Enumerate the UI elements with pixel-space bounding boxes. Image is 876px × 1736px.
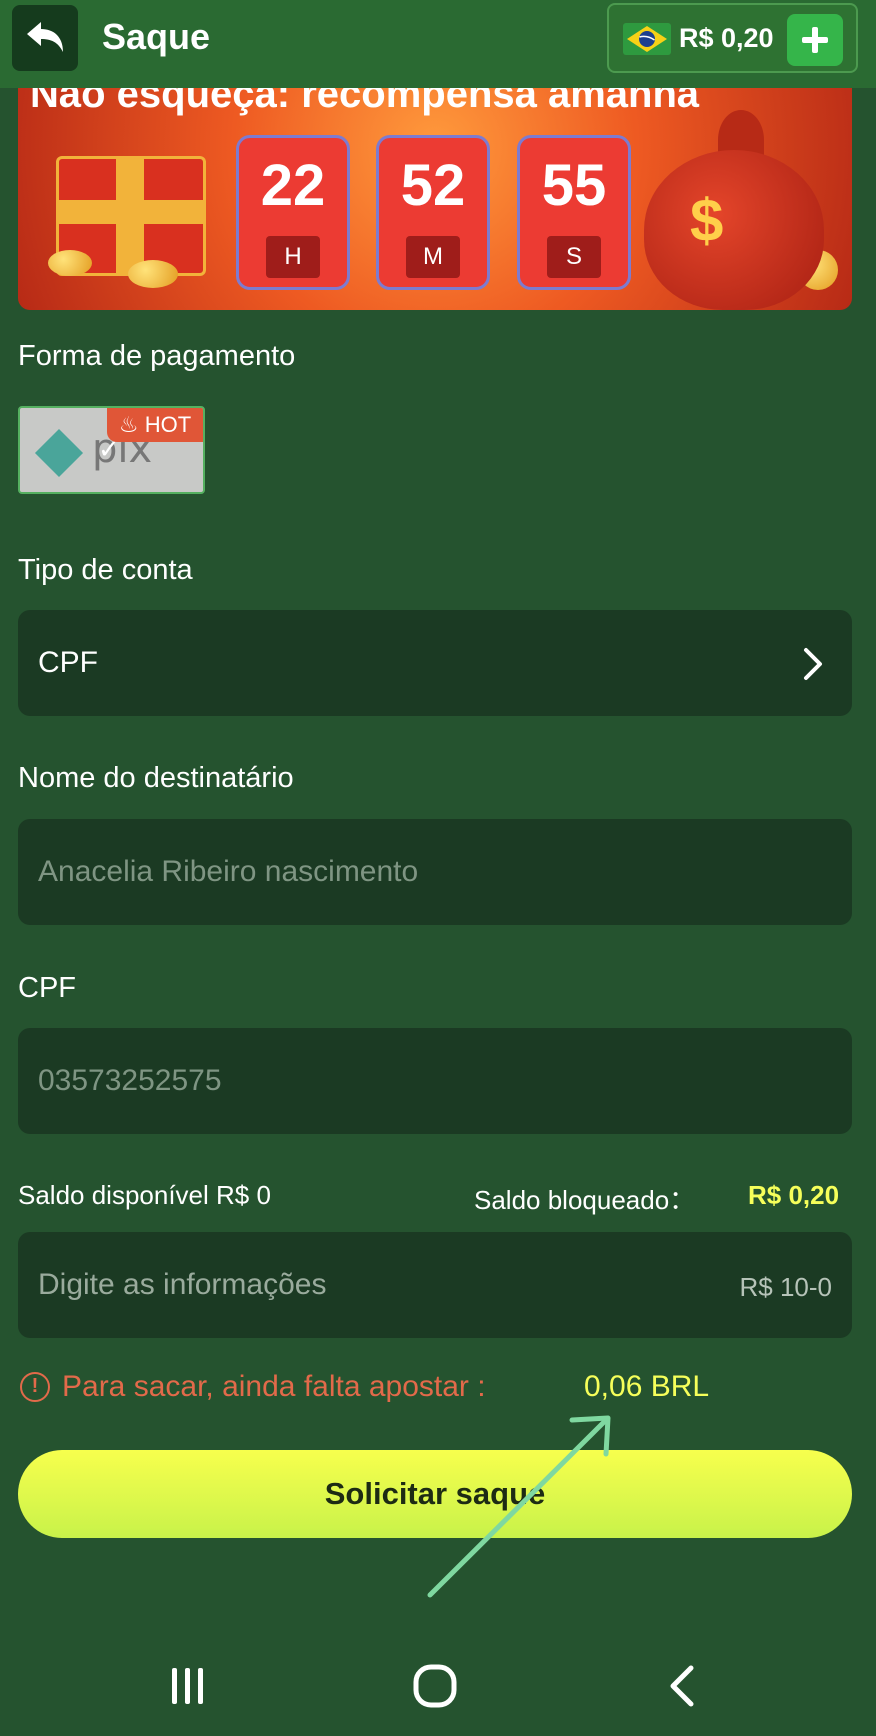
brazil-flag-icon — [623, 23, 671, 55]
dollar-sign: $ — [690, 187, 724, 254]
chevron-right-icon — [804, 648, 822, 680]
wager-warning-text: Para sacar, ainda falta apostar : — [62, 1370, 486, 1403]
back-chevron-icon — [670, 1665, 694, 1707]
balance-pill[interactable]: R$ 0,20 — [607, 3, 858, 73]
recipient-name-input[interactable]: Anacelia Ribeiro nascimento — [18, 819, 852, 925]
timer-minutes-unit: M — [406, 236, 460, 278]
blocked-balance-value: R$ 0,20 — [748, 1180, 840, 1210]
flame-icon: ♨ — [118, 412, 145, 437]
hot-badge: ♨ HOT — [107, 408, 203, 442]
money-bag-icon: $ — [644, 150, 824, 310]
recipient-name-placeholder: Anacelia Ribeiro nascimento — [38, 855, 419, 888]
warning-icon: ! — [20, 1372, 50, 1402]
page-title: Saque — [102, 16, 211, 57]
account-type-select[interactable]: CPF — [18, 610, 852, 716]
amount-placeholder: Digite as informações — [38, 1268, 327, 1301]
cpf-input[interactable]: 03573252575 — [18, 1028, 852, 1134]
recipient-label: Nome do destinatário — [18, 762, 294, 794]
back-arrow-icon — [27, 22, 63, 52]
timer-hours-unit: H — [266, 236, 320, 278]
available-balance: Saldo disponível R$ 0 — [18, 1180, 271, 1210]
recent-apps-button[interactable] — [148, 1636, 228, 1736]
recent-apps-icon — [172, 1668, 203, 1704]
system-nav-bar — [0, 1636, 876, 1736]
timer-minutes-value: 52 — [400, 153, 466, 218]
amount-range: R$ 10-0 — [739, 1272, 833, 1302]
coin-icon — [48, 250, 92, 276]
coin-icon — [128, 260, 178, 288]
account-type-value: CPF — [38, 646, 98, 679]
plus-icon — [802, 27, 828, 53]
home-icon — [413, 1664, 457, 1708]
pix-payment-option[interactable]: pix ✓ ♨ HOT — [18, 406, 205, 494]
timer-hours-value: 22 — [260, 153, 326, 218]
payment-method-label: Forma de pagamento — [18, 340, 296, 372]
system-back-button[interactable] — [643, 1636, 723, 1736]
timer-seconds: 55 S — [517, 135, 631, 290]
deposit-button[interactable] — [787, 14, 843, 66]
home-button[interactable] — [395, 1636, 475, 1736]
cpf-label: CPF — [18, 972, 76, 1004]
pix-logo-icon — [34, 428, 84, 478]
account-type-label: Tipo de conta — [18, 554, 193, 586]
timer-seconds-value: 55 — [541, 153, 607, 218]
blocked-balance-label: Saldo bloqueado： — [474, 1185, 696, 1215]
top-bar: Saque R$ 0,20 — [0, 0, 876, 88]
hot-badge-label: HOT — [144, 412, 192, 437]
timer-seconds-unit: S — [547, 236, 601, 278]
request-withdrawal-button[interactable]: Solicitar saque — [18, 1450, 852, 1538]
reward-banner[interactable]: Não esqueça: recompensa amanhã $ 22 H 52… — [18, 60, 852, 310]
timer-hours: 22 H — [236, 135, 350, 290]
amount-input[interactable]: Digite as informações R$ 10-0 — [18, 1232, 852, 1338]
timer-minutes: 52 M — [376, 135, 490, 290]
balance-amount: R$ 0,20 — [679, 23, 774, 53]
back-button[interactable] — [12, 5, 78, 71]
cpf-placeholder: 03573252575 — [38, 1064, 222, 1097]
wager-remaining-value: 0,06 BRL — [584, 1370, 710, 1403]
request-withdrawal-label: Solicitar saque — [324, 1476, 546, 1511]
